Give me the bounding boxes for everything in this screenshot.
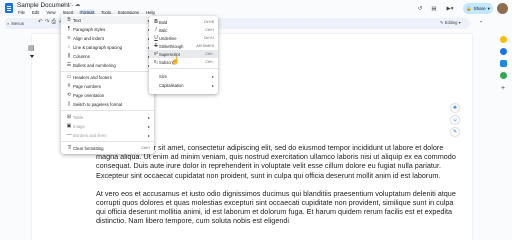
align-icon: ≡: [67, 35, 71, 41]
redo-icon[interactable]: ↷: [45, 19, 52, 25]
lock-icon: 🔒: [466, 5, 472, 11]
borders-icon: —: [66, 132, 72, 138]
add-comment-icon[interactable]: ✚: [451, 104, 459, 112]
emoji-reaction-icon[interactable]: ☺: [451, 116, 459, 124]
menu-item-line-spacing[interactable]: ↕ Line & paragraph spacing ▸: [61, 43, 154, 51]
format-menu: B Text ▸ ¶ Paragraph styles ▸ ≡ Align an…: [61, 14, 154, 154]
text-submenu: B Bold Ctrl+B I Italic Ctrl+I U Underlin…: [149, 16, 218, 94]
avatar[interactable]: [497, 3, 508, 14]
menu-divider: [149, 68, 218, 69]
menu-item-borders[interactable]: — Borders and lines ▸: [61, 131, 154, 139]
star-icon[interactable]: ☆: [62, 2, 69, 8]
image-icon: ▣: [66, 123, 72, 129]
menu-item-text[interactable]: B Text ▸: [61, 16, 154, 24]
clear-formatting-icon: T̸: [67, 145, 71, 151]
maps-icon[interactable]: [500, 72, 507, 79]
menu-view[interactable]: View: [45, 10, 56, 16]
docs-logo-icon[interactable]: [5, 3, 13, 13]
menu-item-page-numbers[interactable]: # Page numbers: [61, 82, 154, 90]
submenu-item-size[interactable]: Size ▸: [149, 72, 218, 80]
chevron-right-icon: ▸: [147, 132, 150, 138]
chevron-right-icon: ▸: [147, 114, 150, 120]
menu-item-headers-footers[interactable]: ▭ Headers and footers: [61, 73, 154, 81]
pageless-icon: ▯: [67, 101, 71, 107]
menu-file[interactable]: File: [17, 10, 26, 16]
history-icon[interactable]: ↺: [415, 3, 425, 15]
menu-item-align-indent[interactable]: ≡ Align and indent ▸: [61, 34, 154, 42]
meet-icon[interactable]: ▶▾: [443, 3, 457, 15]
search-icon: ⌕: [7, 21, 10, 26]
menu-item-page-orientation[interactable]: ⟲ Page orientation: [61, 91, 154, 99]
menu-edit[interactable]: Edit: [31, 10, 40, 16]
suggest-edits-icon[interactable]: ✎: [451, 128, 459, 136]
submenu-item-underline[interactable]: U Underline Ctrl+U: [149, 34, 218, 42]
editing-label: Editing: [444, 20, 458, 25]
menu-divider: [61, 110, 154, 111]
editing-mode-dropdown[interactable]: ✎ Editing ▾: [440, 20, 461, 25]
menu-item-clear-formatting[interactable]: T̸ Clear formatting Ctrl+\: [61, 144, 154, 152]
paragraph-styles-icon: ¶: [67, 26, 71, 32]
chevron-right-icon: ▸: [211, 73, 214, 79]
menu-divider: [61, 71, 154, 72]
cloud-status-icon[interactable]: ☁: [75, 2, 83, 8]
submenu-item-subscript[interactable]: x₂ Subscript Ctrl+,: [149, 58, 218, 66]
submenu-item-capitalisation[interactable]: Capitalisation ▸: [149, 81, 218, 89]
share-button[interactable]: 🔒 Share ▾: [463, 3, 493, 14]
mouse-pointer-icon: ☝: [171, 58, 180, 65]
contacts-icon[interactable]: [500, 60, 507, 67]
line-spacing-icon: ↕: [67, 44, 71, 50]
keep-icon[interactable]: [500, 36, 507, 43]
menu-item-paragraph-styles[interactable]: ¶ Paragraph styles ▸: [61, 25, 154, 33]
table-icon: ⊞: [66, 114, 72, 120]
text-icon: B: [67, 17, 71, 23]
submenu-item-superscript[interactable]: x² Superscript Ctrl+.: [149, 50, 218, 58]
columns-icon: ⫼: [67, 53, 71, 59]
page-orientation-icon: ⟲: [66, 92, 72, 98]
chevron-right-icon: ▸: [147, 123, 150, 129]
paragraph[interactable]: At vero eos et accusamus et iusto odio d…: [96, 189, 456, 226]
comments-icon[interactable]: ▤: [429, 3, 439, 15]
menu-item-columns[interactable]: ⫼ Columns ▸: [61, 52, 154, 60]
document-body[interactable]: Lorem ipsum dolor sit amet, consectetur …: [96, 143, 456, 235]
share-label: Share: [473, 6, 486, 11]
submenu-item-bold[interactable]: B Bold Ctrl+B: [149, 18, 218, 26]
menu-item-bullets[interactable]: ☰ Bullets and numbering ▸: [61, 61, 154, 69]
outline-icon[interactable]: ▤: [28, 44, 35, 52]
menu-item-image[interactable]: ▣ Image ▸: [61, 122, 154, 130]
pencil-icon: ✎: [440, 20, 444, 25]
bullets-icon: ☰: [66, 62, 72, 68]
title-actions: ☆⛬☁: [62, 2, 82, 9]
menu-divider: [61, 141, 154, 142]
tasks-icon[interactable]: [500, 48, 507, 55]
chevron-right-icon: ▸: [211, 82, 214, 88]
menus-label: Menus: [11, 21, 24, 26]
chevron-down-icon: ▾: [458, 20, 461, 25]
chevron-down-icon: ▾: [487, 5, 490, 11]
submenu-item-strikethrough[interactable]: S Strikethrough Alt+Shift+5: [149, 42, 218, 50]
menu-item-pageless[interactable]: ▯ Switch to pageless format: [61, 100, 154, 108]
add-addon-icon[interactable]: +: [498, 82, 508, 94]
menu-item-table[interactable]: ⊞ Table ▸: [61, 113, 154, 121]
collapse-toolbar-icon[interactable]: ⌃: [476, 18, 486, 30]
search-menus-button[interactable]: ⌕ Menus: [7, 20, 24, 27]
undo-icon[interactable]: ↶: [38, 19, 45, 25]
headers-icon: ▭: [66, 74, 72, 80]
page-numbers-icon: #: [67, 83, 71, 89]
submenu-item-italic[interactable]: I Italic Ctrl+I: [149, 26, 218, 34]
